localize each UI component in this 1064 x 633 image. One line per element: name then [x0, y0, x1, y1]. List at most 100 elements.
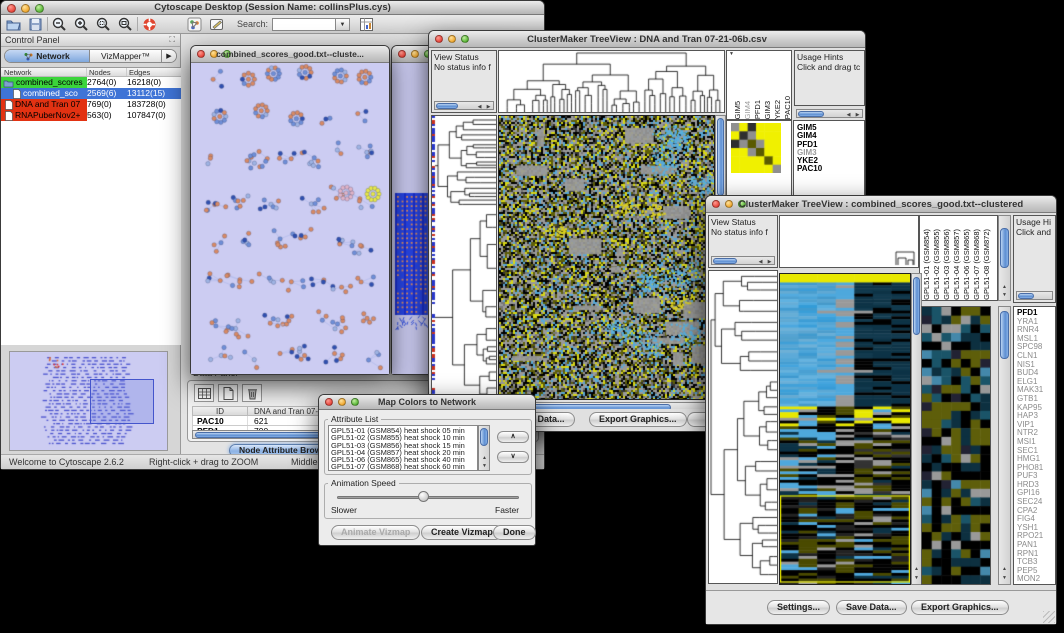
export-graphics-button[interactable]: Export Graphics...	[589, 412, 687, 427]
export-graphics-button[interactable]: Export Graphics...	[911, 600, 1009, 615]
network-overlap-icon[interactable]	[186, 16, 203, 33]
scroll-left-arrow[interactable]: ◀	[844, 112, 853, 118]
col-header-edges[interactable]: Edges	[127, 68, 181, 76]
column-label[interactable]: PAC10	[783, 96, 791, 119]
tv2-usage-hscrollbar[interactable]	[1016, 291, 1053, 300]
attribute-list-vscrollbar[interactable]: ▲ ▼	[478, 425, 490, 471]
overview-viewport-rect[interactable]	[90, 379, 154, 424]
resize-grip[interactable]	[1043, 611, 1055, 623]
tv2-labels-vscrollbar[interactable]: ▲ ▼	[998, 215, 1011, 301]
network-canvas[interactable]	[191, 63, 389, 374]
zoom-in-icon[interactable]	[73, 16, 90, 33]
tv1-heatmap-pane[interactable]	[498, 115, 715, 400]
network-titlebar[interactable]: combined_scores_good.txt--cluste...	[191, 46, 389, 63]
scroll-thumb[interactable]	[913, 277, 920, 335]
scroll-down-arrow[interactable]: ▼	[1000, 575, 1009, 581]
col-header-network[interactable]: Network	[1, 68, 87, 76]
attribute-select-button[interactable]	[194, 384, 214, 402]
col-header-nodes[interactable]: Nodes	[87, 68, 127, 76]
column-label[interactable]: GIM5	[733, 101, 743, 119]
dialog-titlebar[interactable]: Map Colors to Network	[319, 395, 535, 410]
heatmap-canvas[interactable]	[780, 274, 910, 584]
zoom-matrix-canvas[interactable]	[731, 123, 781, 173]
tv1-status-hscrollbar[interactable]: ◀ ▶	[434, 101, 494, 110]
column-label[interactable]: GPL51-06 (GSM865)	[962, 229, 972, 300]
zoom-selected-icon[interactable]	[95, 16, 112, 33]
zoom-fit-icon[interactable]	[117, 16, 134, 33]
treeview2-titlebar[interactable]: ClusterMaker TreeView : combined_scores_…	[706, 196, 1056, 213]
treeview1-titlebar[interactable]: ClusterMaker TreeView : DNA and Tran 07-…	[429, 31, 865, 48]
search-dropdown-button[interactable]: ▼	[336, 18, 350, 31]
done-button[interactable]: Done	[493, 525, 536, 540]
data-col-id[interactable]: ID	[193, 407, 248, 415]
zoom-heatmap-canvas[interactable]	[922, 307, 990, 584]
heatmap-canvas[interactable]	[499, 116, 714, 399]
close-button[interactable]	[398, 50, 406, 58]
scroll-thumb[interactable]	[713, 258, 737, 264]
scroll-thumb[interactable]	[480, 428, 488, 446]
tv2-zoom-vscrollbar[interactable]: ▲ ▼	[998, 306, 1011, 585]
gene-label[interactable]: MON2	[1017, 575, 1055, 584]
scroll-left-arrow[interactable]: ◀	[475, 104, 484, 110]
float-panel-icon[interactable]: ⛶	[169, 35, 175, 45]
move-up-button[interactable]: ∧	[497, 431, 529, 443]
animate-vizmap-button[interactable]: Animate Vizmap	[331, 525, 420, 540]
main-titlebar[interactable]: Cytoscape Desktop (Session Name: collins…	[1, 1, 544, 15]
attribute-listbox[interactable]: GPL51-01 (GSM854) heat shock 05 minGPL51…	[328, 425, 478, 471]
scroll-down-arrow[interactable]: ▼	[912, 575, 921, 581]
tv2-zoom-heatmap-pane[interactable]	[921, 306, 991, 585]
column-label[interactable]: PFD1	[753, 100, 763, 119]
scroll-thumb[interactable]	[798, 111, 824, 117]
scroll-right-arrow[interactable]: ▶	[853, 112, 862, 118]
save-icon[interactable]	[27, 16, 44, 33]
scroll-up-arrow[interactable]: ▲	[912, 566, 921, 572]
network-overview-panel[interactable]	[9, 351, 168, 451]
scroll-thumb[interactable]	[436, 103, 458, 109]
tv2-column-dendrogram-pane[interactable]	[779, 215, 919, 268]
scroll-thumb[interactable]	[1000, 311, 1009, 359]
tv2-row-dendrogram-pane[interactable]	[708, 270, 778, 584]
column-label[interactable]: GIM4	[743, 101, 753, 119]
column-label[interactable]: GPL51-01 (GSM854)	[922, 229, 932, 300]
row-dendrogram-canvas[interactable]	[709, 271, 777, 583]
attribute-list-item[interactable]: GPL51-07 (GSM868) heat shock 60 min	[331, 463, 477, 470]
scroll-up-arrow[interactable]: ▲	[480, 455, 489, 461]
column-label[interactable]: GPL51-07 (GSM868)	[972, 229, 982, 300]
move-down-button[interactable]: ∨	[497, 451, 529, 463]
tv1-column-dendrogram-pane[interactable]	[498, 50, 725, 113]
tab-overflow-arrow[interactable]: ▶	[162, 50, 176, 62]
scroll-thumb[interactable]	[717, 118, 724, 196]
slider-thumb[interactable]	[418, 491, 429, 502]
tv1-usage-hscrollbar[interactable]: ◀ ▶	[796, 109, 863, 118]
open-file-icon[interactable]	[5, 16, 22, 33]
network-list-row[interactable]: combined_scores2764(0)16218(0)	[1, 77, 181, 88]
help-lifebuoy-icon[interactable]	[141, 16, 158, 33]
scroll-down-arrow[interactable]: ▼	[1000, 292, 1009, 298]
column-label[interactable]: YKE2	[773, 100, 783, 119]
new-attribute-button[interactable]	[218, 384, 238, 402]
column-dendrogram-canvas[interactable]	[499, 51, 724, 112]
save-data-button[interactable]: Save Data...	[836, 600, 907, 615]
settings-button[interactable]: Settings...	[767, 600, 830, 615]
annotation-icon[interactable]	[208, 16, 225, 33]
scroll-left-arrow[interactable]: ◀	[756, 259, 765, 265]
scroll-down-arrow[interactable]: ▼	[480, 463, 489, 469]
zoom-out-icon[interactable]	[51, 16, 68, 33]
column-label[interactable]: GPL51-02 (GSM855)	[932, 229, 942, 300]
table-report-icon[interactable]	[358, 16, 375, 33]
row-dendrogram-canvas[interactable]	[432, 116, 496, 410]
column-label[interactable]: GIM3	[763, 101, 773, 119]
tv2-status-hscrollbar[interactable]: ◀ ▶	[711, 256, 775, 265]
column-label[interactable]: GPL51-08 (GSM872)	[982, 229, 992, 300]
network-list-row[interactable]: RNAPuberNov2+563(0)107847(0)	[1, 110, 181, 121]
scroll-thumb[interactable]	[1018, 293, 1034, 299]
scroll-right-arrow[interactable]: ▶	[765, 259, 774, 265]
scroll-right-arrow[interactable]: ▶	[484, 104, 493, 110]
gene-label[interactable]: PAC10	[797, 165, 863, 173]
column-dendrogram-canvas[interactable]	[780, 216, 918, 267]
network-list-row[interactable]: DNA and Tran 07769(0)183728(0)	[1, 99, 181, 110]
delete-attribute-button[interactable]	[242, 384, 262, 402]
tab-vizmapper[interactable]: VizMapper™	[90, 50, 162, 62]
scroll-up-arrow[interactable]: ▲	[1000, 566, 1009, 572]
scroll-up-arrow[interactable]: ▲	[1000, 284, 1009, 290]
